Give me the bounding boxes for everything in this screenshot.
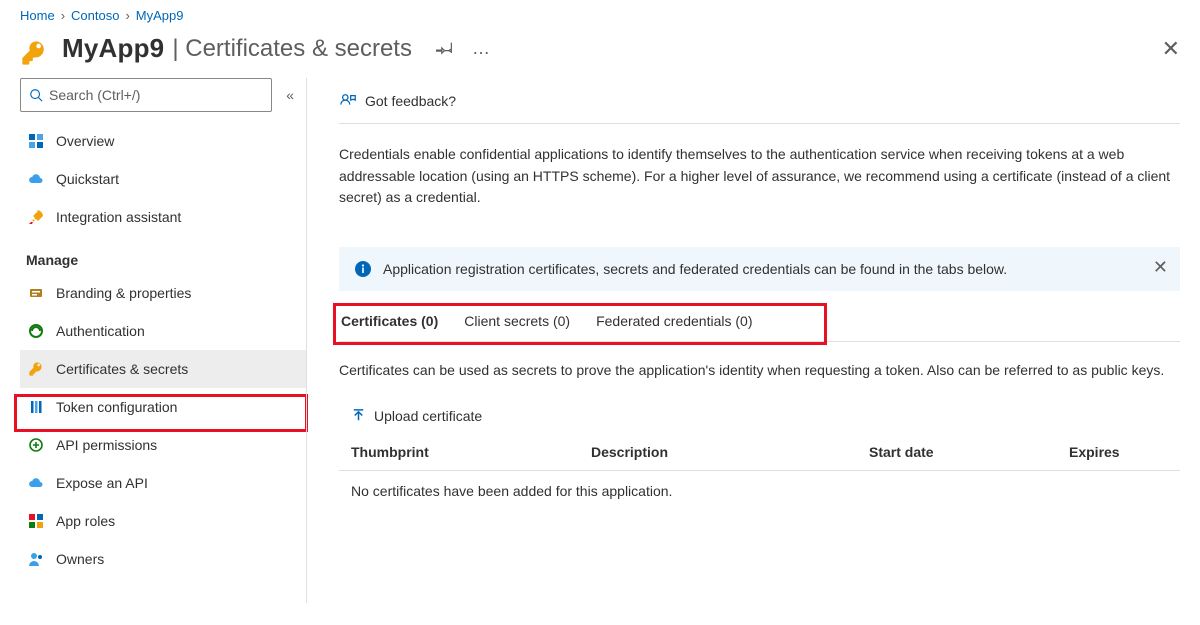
close-icon[interactable]: ✕ (1162, 36, 1180, 62)
owners-icon (28, 551, 44, 567)
sidebar-item-owners[interactable]: Owners (20, 540, 306, 578)
sidebar-item-app-roles[interactable]: App roles (20, 502, 306, 540)
table-header: Thumbprint Description Start date Expire… (339, 440, 1180, 471)
token-icon (28, 399, 44, 415)
page-subtitle: | Certificates & secrets (172, 35, 412, 63)
key-icon (28, 361, 44, 377)
sidebar-item-branding[interactable]: Branding & properties (20, 274, 306, 312)
page-title: MyApp9 (62, 33, 164, 64)
info-banner-text: Application registration certificates, s… (383, 261, 1007, 277)
breadcrumb-home[interactable]: Home (20, 8, 55, 23)
collapse-sidebar-icon[interactable]: « (280, 81, 300, 109)
upload-certificate-button[interactable]: Upload certificate (351, 408, 482, 424)
search-input[interactable]: Search (Ctrl+/) (20, 78, 272, 112)
page-header: MyApp9 | Certificates & secrets … ✕ (0, 27, 1200, 78)
search-placeholder: Search (Ctrl+/) (49, 87, 140, 103)
sidebar-item-overview[interactable]: Overview (20, 122, 306, 160)
key-icon (20, 39, 48, 67)
sidebar: Search (Ctrl+/) « Overview Quickstart In… (0, 78, 306, 603)
th-start-date: Start date (869, 444, 1059, 460)
certificates-description: Certificates can be used as secrets to p… (339, 360, 1180, 382)
cloud-icon (28, 171, 44, 187)
breadcrumb: Home › Contoso › MyApp9 (0, 0, 1200, 27)
pin-icon[interactable] (436, 40, 454, 58)
sidebar-item-expose-api[interactable]: Expose an API (20, 464, 306, 502)
sidebar-item-integration[interactable]: Integration assistant (20, 198, 306, 236)
search-icon (29, 88, 43, 102)
tabs-strip: Certificates (0) Client secrets (0) Fede… (339, 313, 1180, 342)
tab-client-secrets[interactable]: Client secrets (0) (464, 313, 570, 329)
sidebar-item-certificates[interactable]: Certificates & secrets (20, 350, 306, 388)
grid-icon (28, 133, 44, 149)
more-icon[interactable]: … (472, 38, 492, 59)
upload-icon (351, 408, 366, 423)
th-expires: Expires (1069, 444, 1120, 460)
info-banner: Application registration certificates, s… (339, 247, 1180, 291)
th-thumbprint: Thumbprint (351, 444, 581, 460)
feedback-button[interactable]: Got feedback? (339, 78, 1180, 124)
dismiss-banner-icon[interactable]: ✕ (1153, 257, 1168, 278)
th-description: Description (591, 444, 859, 460)
api-perm-icon (28, 437, 44, 453)
tab-certificates[interactable]: Certificates (0) (341, 313, 438, 329)
breadcrumb-contoso[interactable]: Contoso (71, 8, 119, 23)
nav-section-manage: Manage (20, 236, 306, 274)
sidebar-item-authentication[interactable]: Authentication (20, 312, 306, 350)
rocket-icon (28, 209, 44, 225)
info-icon (355, 261, 371, 280)
sidebar-item-api-permissions[interactable]: API permissions (20, 426, 306, 464)
auth-icon (28, 323, 44, 339)
app-roles-icon (28, 513, 44, 529)
content: Got feedback? Credentials enable confide… (306, 78, 1200, 603)
chevron-right-icon: › (125, 8, 129, 23)
credentials-description: Credentials enable confidential applicat… (339, 144, 1180, 209)
table-empty-message: No certificates have been added for this… (339, 471, 1180, 499)
feedback-icon (339, 92, 357, 110)
sidebar-item-token[interactable]: Token configuration (20, 388, 306, 426)
cloud-api-icon (28, 475, 44, 491)
breadcrumb-app[interactable]: MyApp9 (136, 8, 184, 23)
chevron-right-icon: › (61, 8, 65, 23)
tab-federated[interactable]: Federated credentials (0) (596, 313, 752, 329)
tag-icon (28, 285, 44, 301)
sidebar-item-quickstart[interactable]: Quickstart (20, 160, 306, 198)
